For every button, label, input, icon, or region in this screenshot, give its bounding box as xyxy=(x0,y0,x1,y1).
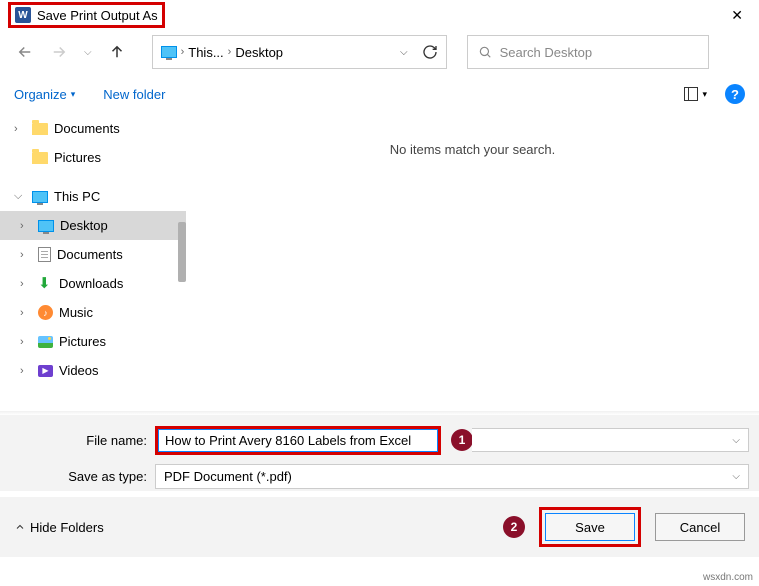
dialog-footer: Hide Folders 2 Save Cancel xyxy=(0,497,759,557)
monitor-icon xyxy=(38,220,54,232)
chevron-right-icon[interactable]: › xyxy=(20,220,32,232)
video-icon: ▶ xyxy=(38,365,53,377)
search-icon xyxy=(478,45,492,59)
refresh-icon[interactable] xyxy=(422,44,438,60)
help-icon[interactable]: ? xyxy=(725,84,745,104)
form-area: File name: 1 ⌵ Save as type: PDF Documen… xyxy=(0,415,759,491)
annotation-badge-2: 2 xyxy=(503,516,525,538)
tree-item-desktop[interactable]: ›Desktop xyxy=(0,211,186,240)
folder-icon xyxy=(32,123,48,135)
chevron-right-icon: › xyxy=(181,46,185,58)
tree-item-videos[interactable]: ›▶Videos xyxy=(0,356,186,385)
tree-item-this-pc[interactable]: ⌵This PC xyxy=(0,182,186,211)
search-box[interactable]: Search Desktop xyxy=(467,35,709,69)
forward-icon[interactable] xyxy=(46,39,72,65)
tree-scrollbar[interactable] xyxy=(178,222,186,282)
title-bar: W Save Print Output As ✕ xyxy=(0,0,759,30)
filename-highlight xyxy=(155,426,441,455)
filename-label: File name: xyxy=(10,433,155,448)
pictures-icon xyxy=(38,336,53,348)
chevron-right-icon[interactable]: › xyxy=(20,307,32,319)
save-as-type-select[interactable]: PDF Document (*.pdf) ⌵ xyxy=(155,464,749,489)
annotation-badge-1: 1 xyxy=(451,429,473,451)
breadcrumb-1[interactable]: This... xyxy=(188,45,223,60)
back-icon[interactable] xyxy=(12,39,38,65)
word-app-icon: W xyxy=(15,7,31,23)
chevron-right-icon[interactable]: › xyxy=(20,278,32,290)
search-placeholder: Search Desktop xyxy=(500,45,593,60)
organize-menu[interactable]: Organize▾ xyxy=(14,87,75,102)
download-icon: ⬇ xyxy=(38,276,53,291)
chevron-right-icon[interactable]: › xyxy=(20,365,32,377)
monitor-icon xyxy=(32,191,48,203)
chevron-down-icon[interactable]: ⌵ xyxy=(14,190,26,203)
tree-item-pictures-quick[interactable]: Pictures xyxy=(0,143,186,172)
address-bar[interactable]: › This... › Desktop ⌵ xyxy=(152,35,447,69)
recent-dropdown-icon[interactable]: ⌵ xyxy=(80,43,96,62)
chevron-right-icon: › xyxy=(228,46,232,58)
chevron-up-icon xyxy=(14,521,26,533)
close-icon[interactable]: ✕ xyxy=(723,3,751,28)
tree-item-pictures[interactable]: ›Pictures xyxy=(0,327,186,356)
title-highlight: W Save Print Output As xyxy=(8,2,165,28)
folder-icon xyxy=(32,152,48,164)
empty-message: No items match your search. xyxy=(390,142,555,157)
save-button[interactable]: Save xyxy=(545,513,635,541)
chevron-right-icon[interactable]: › xyxy=(20,336,32,348)
chevron-down-icon: ⌵ xyxy=(732,471,740,482)
tree-item-music[interactable]: ›♪Music xyxy=(0,298,186,327)
music-icon: ♪ xyxy=(38,305,53,320)
window-title: Save Print Output As xyxy=(37,8,158,23)
document-icon xyxy=(38,247,51,262)
address-dropdown-icon[interactable]: ⌵ xyxy=(400,47,408,58)
tree-item-downloads[interactable]: ›⬇Downloads xyxy=(0,269,186,298)
command-bar: Organize▾ New folder ▾ ? xyxy=(0,74,759,114)
filename-input[interactable] xyxy=(158,429,438,452)
hide-folders-button[interactable]: Hide Folders xyxy=(14,520,104,535)
tree-item-documents-quick[interactable]: ›Documents xyxy=(0,114,186,143)
monitor-icon xyxy=(161,46,177,58)
watermark: wsxdn.com xyxy=(703,572,753,583)
content-pane: No items match your search. xyxy=(186,114,759,411)
layout-icon xyxy=(684,87,698,101)
breadcrumb-2[interactable]: Desktop xyxy=(235,45,283,60)
tree-item-documents[interactable]: ›Documents xyxy=(0,240,186,269)
new-folder-button[interactable]: New folder xyxy=(103,87,165,102)
filename-combo-rest[interactable]: ⌵ xyxy=(472,428,749,452)
nav-bar: ⌵ › This... › Desktop ⌵ Search Desktop xyxy=(0,30,759,74)
savetype-label: Save as type: xyxy=(10,469,155,484)
cancel-button[interactable]: Cancel xyxy=(655,513,745,541)
nav-tree: ›Documents Pictures ⌵This PC ›Desktop ›D… xyxy=(0,114,186,411)
layout-view-button[interactable]: ▾ xyxy=(684,87,707,101)
save-highlight: Save xyxy=(539,507,641,547)
chevron-right-icon[interactable]: › xyxy=(20,249,32,261)
up-icon[interactable] xyxy=(108,43,126,61)
chevron-right-icon[interactable]: › xyxy=(14,123,26,135)
